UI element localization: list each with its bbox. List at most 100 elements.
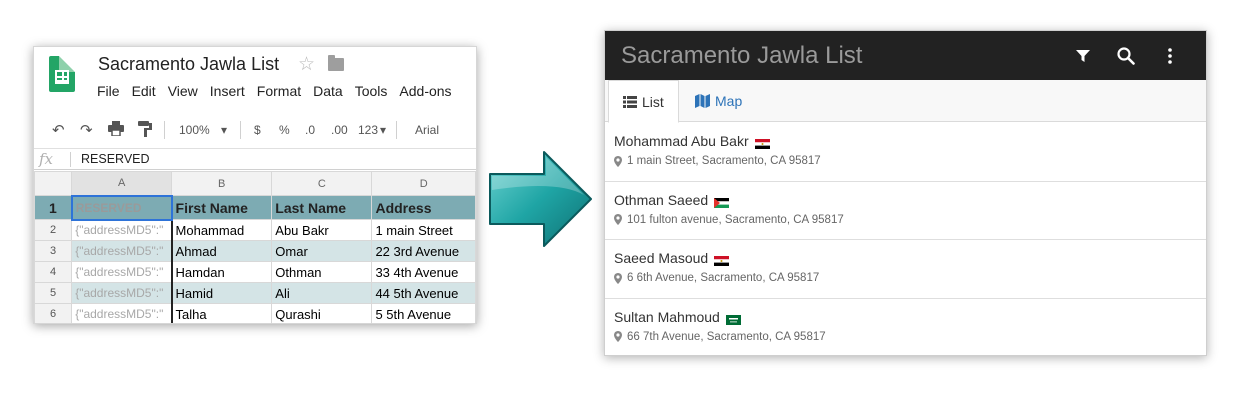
- map-marker-icon: [614, 331, 622, 342]
- map-marker-icon: [614, 155, 622, 167]
- cell[interactable]: Abu Bakr: [271, 219, 373, 241]
- currency-button[interactable]: $: [254, 123, 261, 137]
- chevron-down-icon[interactable]: ▾: [380, 123, 386, 137]
- formula-input[interactable]: RESERVED: [81, 152, 150, 166]
- redo-icon[interactable]: ↷: [80, 121, 93, 139]
- cell[interactable]: 22 3rd Avenue: [371, 240, 476, 262]
- row-number[interactable]: 3: [34, 240, 73, 262]
- cell[interactable]: Ahmad: [171, 240, 273, 262]
- egypt-flag-icon: [754, 136, 770, 149]
- map-marker-icon: [614, 272, 622, 284]
- row-number[interactable]: 6: [34, 303, 73, 323]
- chevron-down-icon[interactable]: ▾: [221, 123, 227, 137]
- formula-bar: fx RESERVED: [34, 148, 476, 170]
- toolbar: ↶ ↷ 100% ▾ $ % .0 .00 123 ▾ Arial: [34, 113, 476, 147]
- egypt-flag-icon: [714, 253, 730, 266]
- cell[interactable]: Qurashi: [271, 303, 373, 323]
- corner-cell[interactable]: [34, 171, 73, 196]
- tab-list[interactable]: List: [608, 80, 679, 123]
- contact-address: 66 7th Avenue, Sacramento, CA 95817: [627, 330, 826, 343]
- app-header: Sacramento Jawla List: [605, 31, 1206, 80]
- cell[interactable]: Address: [371, 195, 476, 220]
- list-icon: [623, 95, 637, 108]
- palestine-flag-icon: [714, 195, 730, 208]
- menu-addons[interactable]: Add-ons: [399, 83, 451, 99]
- list-item[interactable]: Saeed Masoud 6 6th Avenue, Sacramento, C…: [605, 240, 1206, 299]
- fx-icon: fx: [39, 150, 54, 168]
- menu-insert[interactable]: Insert: [210, 83, 245, 99]
- contact-address: 1 main Street, Sacramento, CA 95817: [627, 155, 821, 167]
- cell[interactable]: Hamid: [171, 282, 273, 304]
- search-icon[interactable]: [1111, 31, 1141, 80]
- cell[interactable]: 5 5th Avenue: [371, 303, 476, 323]
- contact-name: Othman Saeed: [614, 191, 709, 208]
- arrow-right-icon: [489, 151, 592, 247]
- column-header-d[interactable]: D: [371, 171, 476, 196]
- spreadsheet-grid: A B C D 1 RESERVED First Name Last Name …: [34, 171, 476, 323]
- row-number[interactable]: 1: [34, 195, 73, 220]
- menu-file[interactable]: File: [97, 83, 120, 99]
- cell[interactable]: {"addressMD5":": [71, 282, 173, 304]
- undo-icon[interactable]: ↶: [52, 121, 65, 139]
- selected-cell[interactable]: RESERVED: [70, 194, 173, 221]
- map-marker-icon: [614, 214, 622, 225]
- menu-format[interactable]: Format: [257, 83, 301, 99]
- contact-list: Mohammad Abu Bakr 1 main Street, Sacrame…: [605, 123, 1206, 356]
- filter-icon[interactable]: [1068, 31, 1098, 80]
- more-vert-icon[interactable]: [1155, 31, 1185, 80]
- column-header-b[interactable]: B: [171, 171, 273, 196]
- print-icon[interactable]: [108, 121, 124, 140]
- cell[interactable]: 33 4th Avenue: [371, 261, 476, 283]
- table-row: 3 {"addressMD5":" Ahmad Omar 22 3rd Aven…: [34, 240, 476, 262]
- column-header-c[interactable]: C: [271, 171, 373, 196]
- font-select[interactable]: Arial: [415, 123, 439, 137]
- contact-name: Sultan Mahmoud: [614, 308, 720, 325]
- cell[interactable]: Othman: [271, 261, 373, 283]
- table-row: 4 {"addressMD5":" Hamdan Othman 33 4th A…: [34, 261, 476, 283]
- saudi-arabia-flag-icon: [725, 312, 741, 325]
- menu-data[interactable]: Data: [313, 83, 343, 99]
- star-icon[interactable]: ☆: [298, 53, 315, 76]
- list-item[interactable]: Mohammad Abu Bakr 1 main Street, Sacrame…: [605, 123, 1206, 182]
- list-item[interactable]: Othman Saeed 101 fulton avenue, Sacramen…: [605, 182, 1206, 240]
- decrease-decimal-button[interactable]: .0: [305, 123, 315, 137]
- percent-button[interactable]: %: [279, 123, 290, 137]
- table-row: 6 {"addressMD5":" Talha Qurashi 5 5th Av…: [34, 303, 476, 323]
- menu-edit[interactable]: Edit: [132, 83, 156, 99]
- formula-divider: [70, 152, 71, 167]
- cell[interactable]: Ali: [271, 282, 373, 304]
- cell[interactable]: Mohammad: [171, 219, 273, 241]
- tab-list-label: List: [642, 93, 664, 110]
- contact-address: 101 fulton avenue, Sacramento, CA 95817: [627, 213, 844, 226]
- list-item[interactable]: Sultan Mahmoud 66 7th Avenue, Sacramento…: [605, 299, 1206, 356]
- row-number[interactable]: 2: [34, 219, 73, 241]
- sheets-logo-icon[interactable]: [49, 56, 75, 92]
- zoom-select[interactable]: 100%: [179, 123, 210, 137]
- folder-icon[interactable]: [328, 55, 344, 71]
- column-header-a[interactable]: A: [71, 171, 173, 196]
- cell[interactable]: Last Name: [271, 195, 373, 220]
- app-title: Sacramento Jawla List: [621, 42, 863, 69]
- row-number[interactable]: 5: [34, 282, 73, 304]
- paint-format-icon[interactable]: [138, 121, 152, 141]
- cell[interactable]: Omar: [271, 240, 373, 262]
- document-title[interactable]: Sacramento Jawla List: [98, 54, 279, 75]
- cell[interactable]: Talha: [171, 303, 273, 323]
- toolbar-divider: [164, 121, 165, 139]
- composite-screenshot: Sacramento Jawla List ☆ File Edit View I…: [0, 0, 1250, 400]
- cell[interactable]: {"addressMD5":": [71, 240, 173, 262]
- increase-decimal-button[interactable]: .00: [331, 123, 348, 137]
- menu-tools[interactable]: Tools: [355, 83, 388, 99]
- number-format-select[interactable]: 123: [358, 123, 378, 137]
- cell[interactable]: 1 main Street: [371, 219, 476, 241]
- cell[interactable]: {"addressMD5":": [71, 261, 173, 283]
- cell[interactable]: 44 5th Avenue: [371, 282, 476, 304]
- cell[interactable]: {"addressMD5":": [71, 303, 173, 323]
- cell[interactable]: First Name: [171, 195, 273, 220]
- table-row: 2 {"addressMD5":" Mohammad Abu Bakr 1 ma…: [34, 219, 476, 241]
- row-number[interactable]: 4: [34, 261, 73, 283]
- menu-view[interactable]: View: [168, 83, 198, 99]
- cell[interactable]: Hamdan: [171, 261, 273, 283]
- tab-map[interactable]: Map: [681, 80, 756, 122]
- cell[interactable]: {"addressMD5":": [71, 219, 173, 241]
